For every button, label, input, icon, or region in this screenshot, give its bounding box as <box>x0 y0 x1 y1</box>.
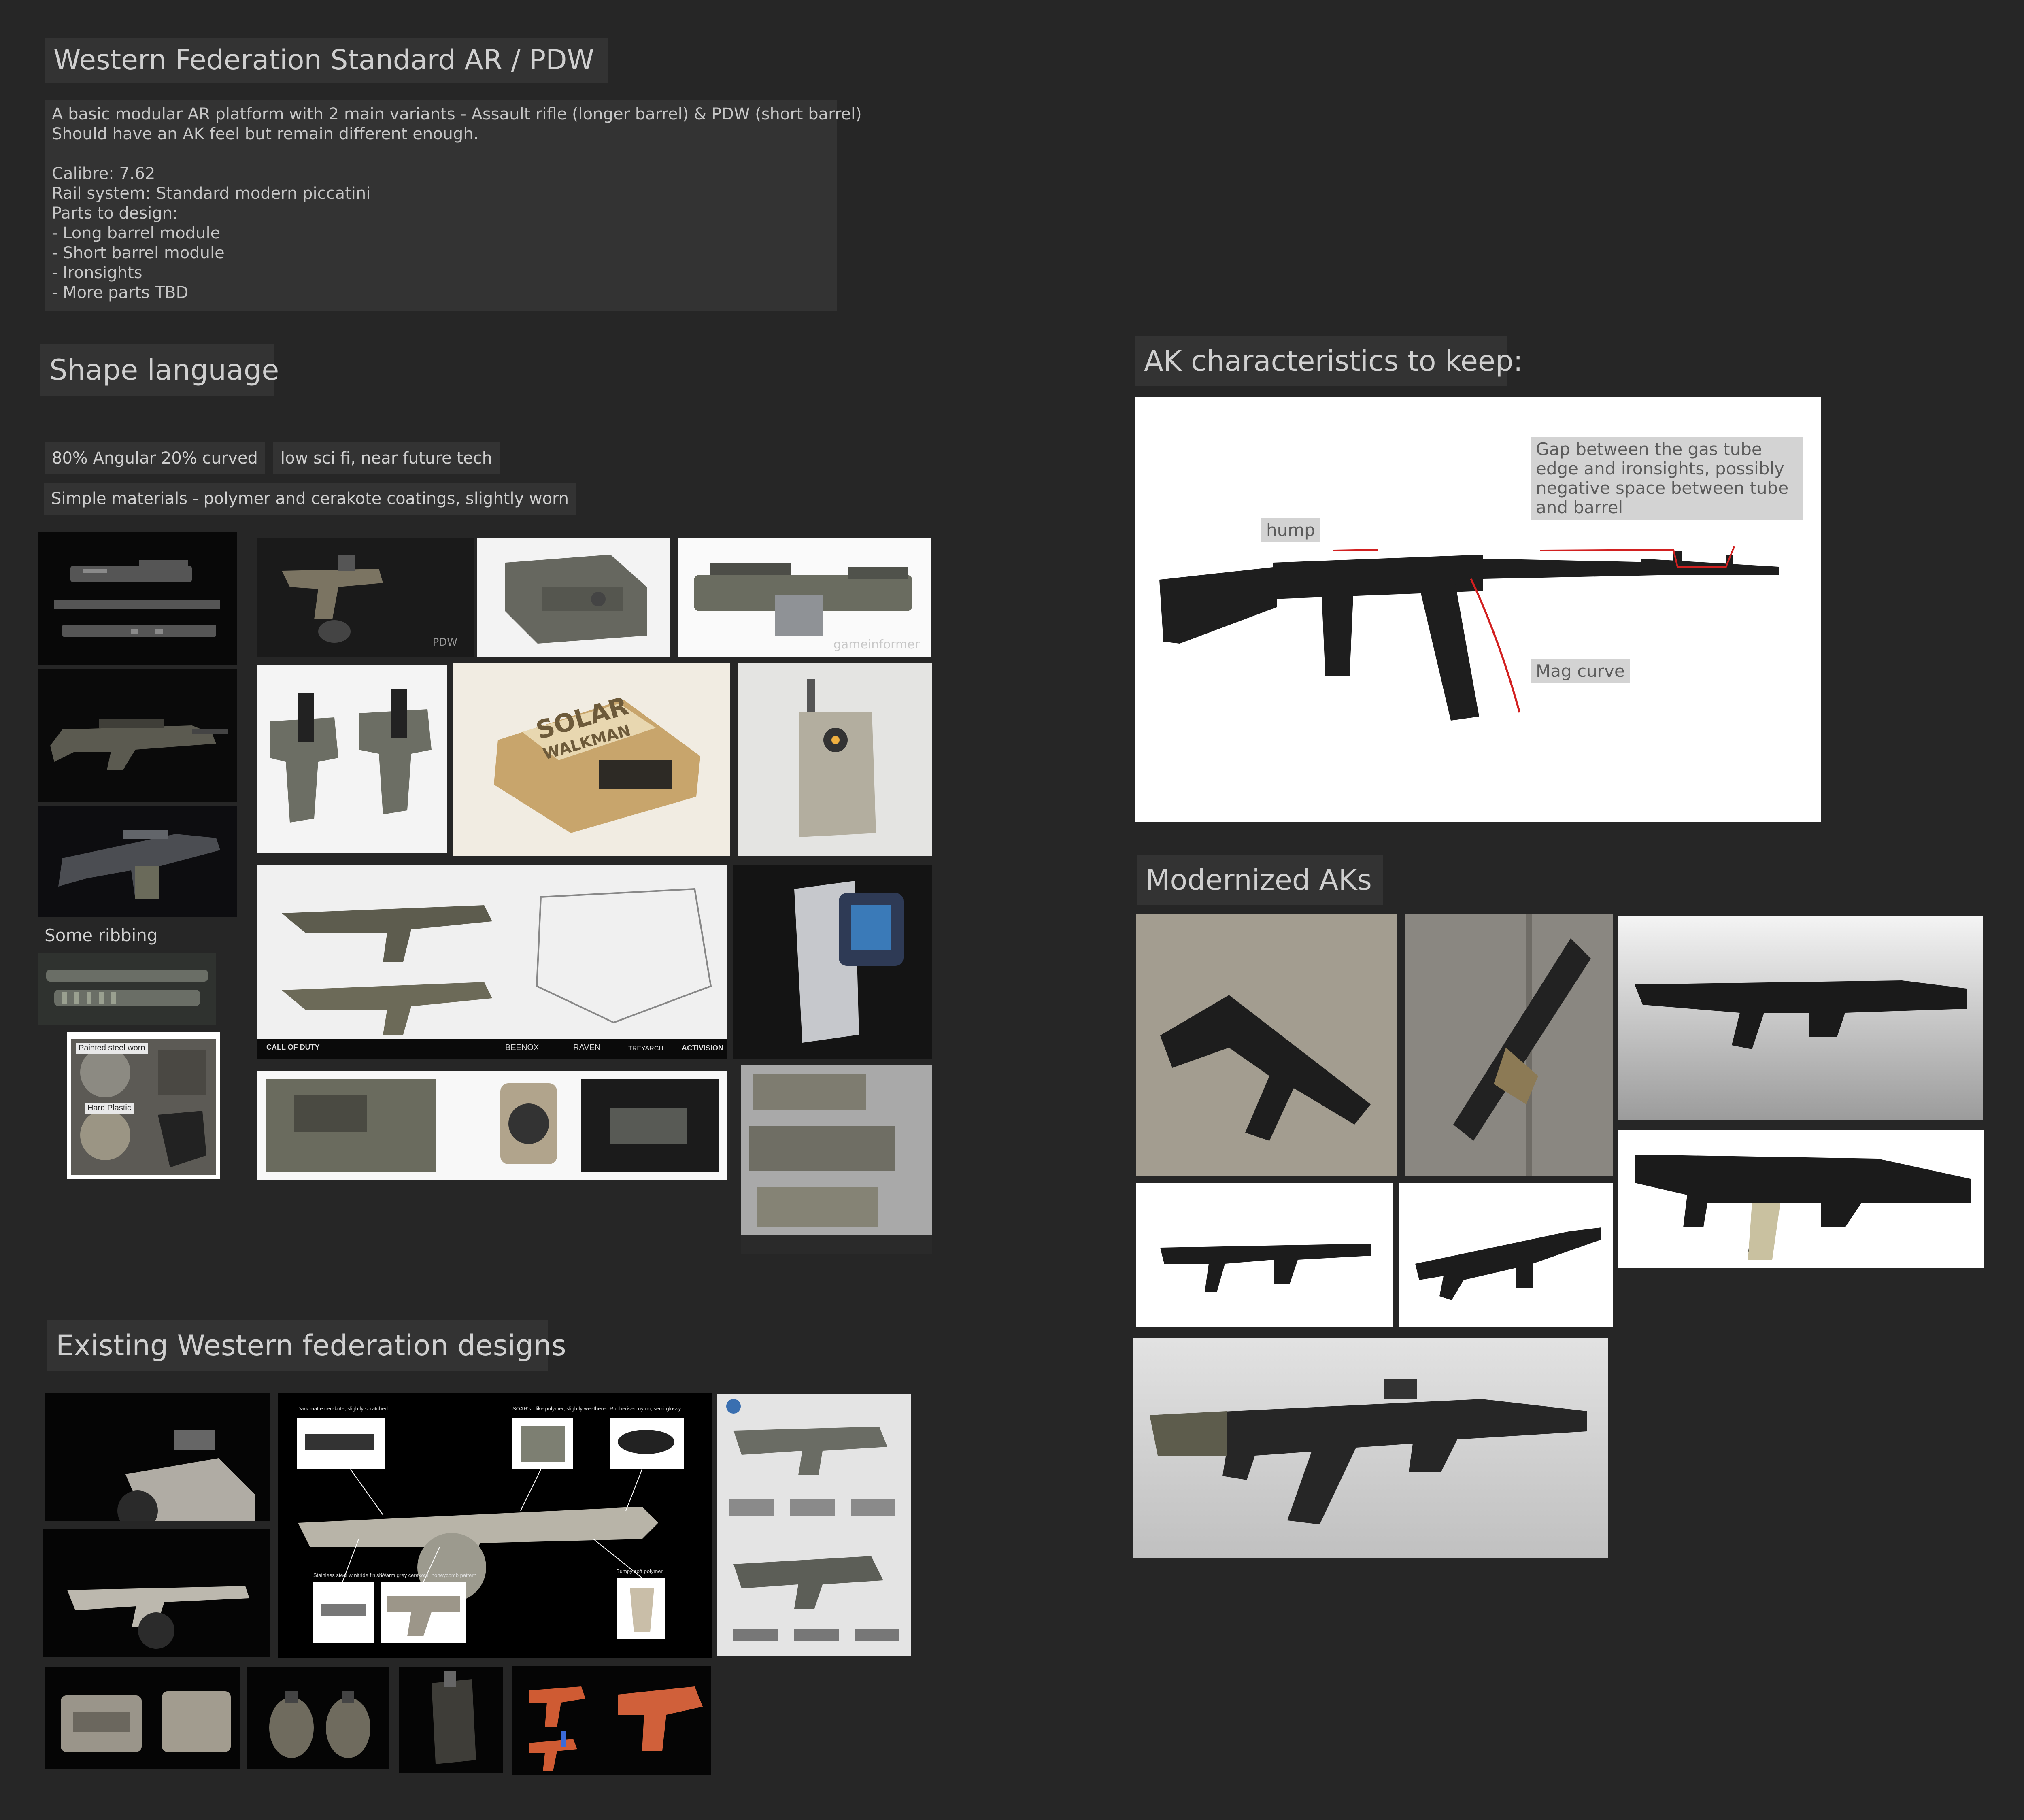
existing-material-callout-sheet: Dark matte cerakote, slightly scratched … <box>278 1393 712 1658</box>
ref-device-box <box>477 538 670 657</box>
existing-grenades <box>247 1667 389 1769</box>
watermark-pdw: PDW <box>432 636 457 648</box>
existing-render-1 <box>45 1393 270 1521</box>
modern-ak-photo-2 <box>1405 914 1613 1176</box>
modern-ak-photo-4 <box>1618 1130 1984 1268</box>
brief-line: - More parts TBD <box>52 283 189 302</box>
callout-bumpy-polymer: Bumpy soft polymer <box>616 1568 663 1574</box>
callout-warm-grey: Warm grey cerakote, honeycomb pattern <box>381 1572 477 1578</box>
tag-angular: 80% Angular 20% curved <box>45 442 265 474</box>
shape-language-heading: Shape language <box>40 344 279 396</box>
design-brief: A basic modular AR platform with 2 main … <box>45 100 862 311</box>
brief-line: A basic modular AR platform with 2 main … <box>52 105 862 123</box>
ref-handheld-scanner <box>733 865 932 1059</box>
ref-cod-concept: CALL OF DUTY BEENOX RAVEN TREYARCH ACTIV… <box>257 865 727 1059</box>
existing-hanging-device <box>399 1667 503 1773</box>
page-title: Western Federation Standard AR / PDW <box>45 38 608 83</box>
callout-stainless-steel: Stainless steel w nitride finish <box>313 1572 382 1578</box>
modern-ak-photo-6 <box>1399 1183 1613 1327</box>
logo-beenox: BEENOX <box>505 1043 539 1052</box>
brief-line: Parts to design: <box>52 204 178 223</box>
logo-call-of-duty: CALL OF DUTY <box>266 1043 320 1051</box>
watermark-gameinformer: gameinformer <box>833 638 920 652</box>
ref-rifle-detail-3 <box>38 806 237 917</box>
logo-raven: RAVEN <box>573 1043 601 1052</box>
tag-sci-fi: low sci fi, near future tech <box>273 442 500 474</box>
ref-ribbing <box>38 953 216 1025</box>
tag-materials: Simple materials - polymer and cerakote … <box>44 483 576 515</box>
ref-rifle-detail-2 <box>38 669 237 802</box>
logo-treyarch: TREYARCH <box>628 1045 663 1052</box>
callout-soar-polymer: SOAR's - like polymer, slightly weathere… <box>512 1405 609 1412</box>
modern-ak-render <box>1133 1338 1608 1558</box>
brief-line: - Short barrel module <box>52 244 225 262</box>
existing-ammo-crate <box>45 1667 240 1769</box>
existing-render-2 <box>43 1529 270 1657</box>
brief-line: Calibre: 7.62 <box>52 164 155 183</box>
note-gas-tube-gap: Gap between the gas tube edge and ironsi… <box>1531 437 1803 520</box>
callout-rubberised-nylon: Rubberised nylon, semi glossy <box>610 1405 681 1412</box>
modern-ak-photo-1 <box>1136 914 1397 1176</box>
modern-ak-photo-5 <box>1136 1183 1393 1327</box>
ref-rifle-detail-1 <box>38 532 237 665</box>
modernized-aks-heading: Modernized AKs <box>1137 855 1383 905</box>
callout-dark-matte: Dark matte cerakote, slightly scratched <box>297 1405 388 1412</box>
ref-grip-parts <box>257 665 447 853</box>
existing-designs-heading: Existing Western federation designs <box>47 1320 566 1371</box>
ref-launcher: gameinformer <box>678 538 931 657</box>
ref-equipment-sheet <box>257 1071 727 1180</box>
modern-ak-photo-3 <box>1618 916 1983 1120</box>
ref-material-swatches: Painted steel worn Hard Plastic <box>67 1032 220 1179</box>
ref-solar-walkman: SOLAR WALKMAN <box>453 663 730 856</box>
ak-reference-photo: hump Gap between the gas tube edge and i… <box>1135 397 1821 822</box>
ribbing-caption: Some ribbing <box>45 925 158 945</box>
material-label-plastic: Hard Plastic <box>85 1103 134 1114</box>
ref-radio-device <box>738 663 932 856</box>
brief-line: - Long barrel module <box>52 224 221 242</box>
existing-flare-pistols <box>512 1666 711 1775</box>
brief-line: Should have an AK feel but remain differ… <box>52 125 479 143</box>
ref-pdw-render: PDW <box>257 538 474 657</box>
material-label-steel: Painted steel worn <box>76 1043 148 1054</box>
note-mag-curve: Mag curve <box>1531 659 1630 683</box>
brief-line: - Ironsights <box>52 264 142 282</box>
note-hump: hump <box>1261 518 1320 542</box>
logo-activision: ACTIVISION <box>682 1044 724 1052</box>
existing-concept-sheet <box>717 1394 911 1656</box>
brief-line: Rail system: Standard modern piccatini <box>52 184 371 203</box>
ak-characteristics-heading: AK characteristics to keep: <box>1135 336 1523 386</box>
ref-turret-sheet <box>741 1065 932 1254</box>
